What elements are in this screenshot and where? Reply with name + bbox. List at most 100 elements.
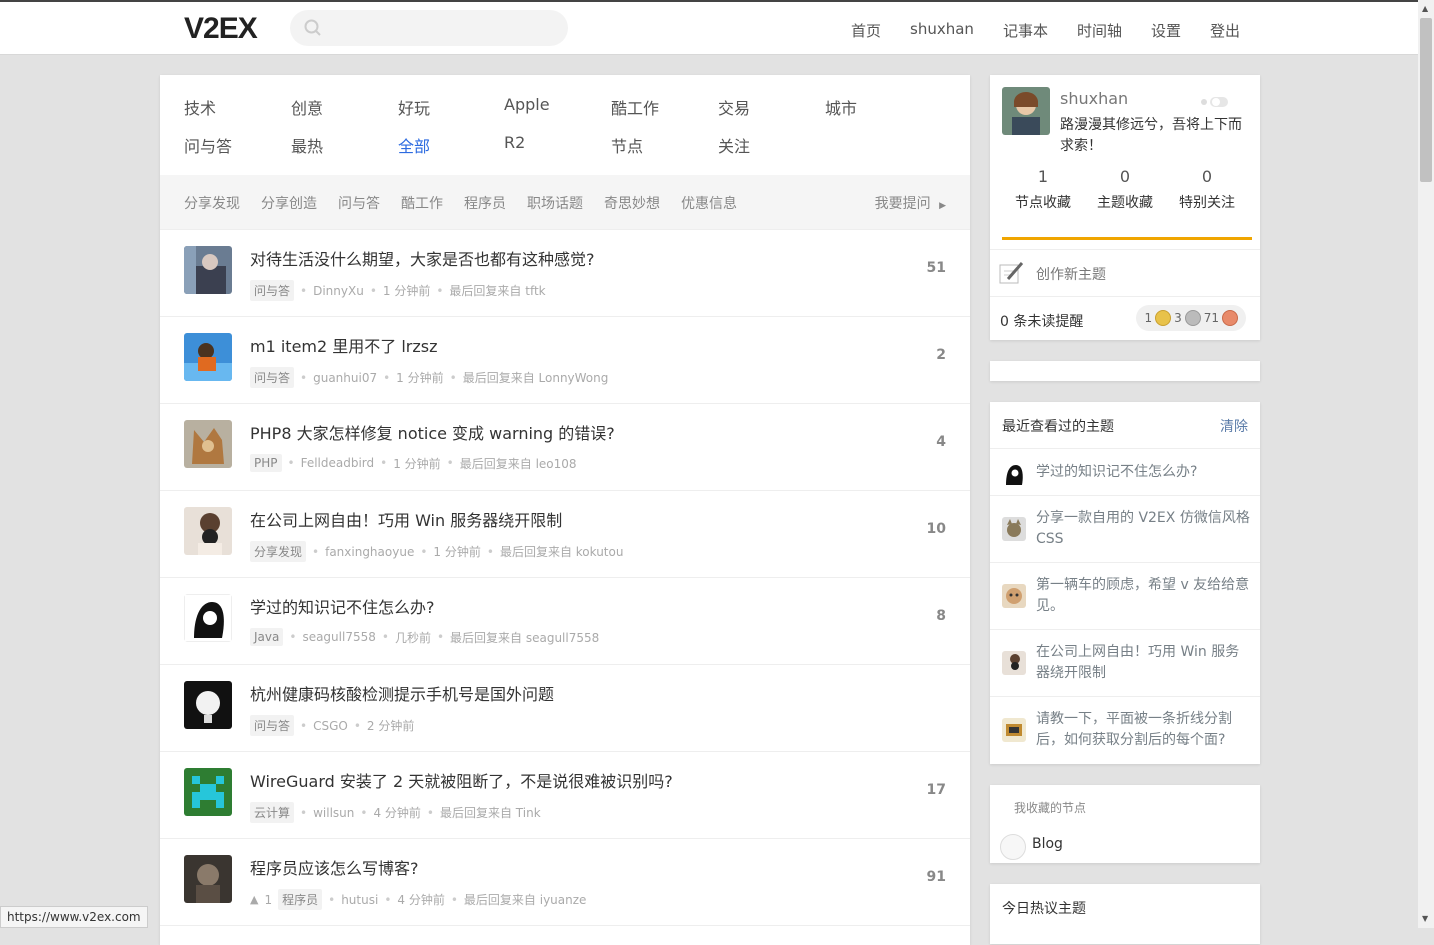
avatar[interactable] — [1002, 517, 1026, 541]
nav-logout[interactable]: 登出 — [1210, 20, 1240, 41]
tab-city[interactable]: 城市 — [825, 95, 857, 119]
tab-tech[interactable]: 技术 — [184, 95, 216, 119]
topic-title[interactable]: WireGuard 安装了 2 天就被阻断了，不是说很难被识别吗? — [250, 768, 673, 792]
subnav-ideas[interactable]: 奇思妙想 — [604, 193, 660, 213]
ask-question-link[interactable]: 我要提问 ▶ — [875, 193, 946, 213]
reply-count[interactable]: 8 — [936, 608, 946, 624]
clear-recent-button[interactable]: 清除 — [1220, 416, 1248, 436]
user-avatar[interactable] — [1002, 87, 1050, 135]
subnav-share[interactable]: 分享发现 — [184, 193, 240, 213]
subnav-jobs[interactable]: 酷工作 — [401, 193, 443, 213]
topic-author[interactable]: hutusi — [341, 893, 378, 907]
recent-link[interactable]: 请教一下，平面被一条折线分割后，如何获取分割后的每个面? — [1036, 709, 1250, 751]
tab-all[interactable]: 全部 — [398, 133, 430, 157]
search-input[interactable] — [330, 16, 554, 40]
tab-play[interactable]: 好玩 — [398, 95, 430, 119]
reply-count[interactable]: 91 — [927, 869, 946, 885]
topic-meta: 问与答 • guanhui07 • 1 分钟前 • 最后回复来自 LonnyWong — [250, 367, 608, 388]
topic-author[interactable]: DinnyXu — [313, 284, 364, 298]
subnav-career[interactable]: 职场话题 — [527, 193, 583, 213]
nav-profile[interactable]: shuxhan — [910, 20, 974, 41]
topic-author[interactable]: guanhui07 — [313, 371, 377, 385]
node-tag[interactable]: PHP — [250, 454, 282, 472]
tab-deals[interactable]: 交易 — [718, 95, 750, 119]
avatar[interactable] — [184, 420, 232, 468]
topic-title[interactable]: 在公司上网自由！巧用 Win 服务器绕开限制 — [250, 507, 562, 531]
topic-row: 杭州健康码核酸检测提示手机号是国外问题 问与答 • CSGO • 2 分钟前 — [160, 665, 970, 752]
notifications-link[interactable]: 0 条未读提醒 — [1000, 311, 1083, 331]
subnav-programmer[interactable]: 程序员 — [464, 193, 506, 213]
reply-count[interactable]: 17 — [927, 782, 946, 798]
scrollbar-thumb[interactable] — [1420, 18, 1432, 182]
avatar[interactable] — [184, 594, 232, 642]
topic-author[interactable]: CSGO — [313, 719, 348, 733]
avatar[interactable] — [184, 855, 232, 903]
stat-following[interactable]: 0 特别关注 — [1166, 167, 1248, 212]
upvote-icon[interactable]: ▲ — [250, 893, 258, 906]
create-topic-link[interactable]: 创作新主题 — [1036, 264, 1106, 284]
tab-qna[interactable]: 问与答 — [184, 133, 232, 157]
node-tag[interactable]: 问与答 — [250, 367, 295, 388]
nav-home[interactable]: 首页 — [851, 20, 881, 41]
favorite-node-blog[interactable]: Blog — [1032, 836, 1063, 852]
stat-topic-favs[interactable]: 0 主题收藏 — [1084, 167, 1166, 212]
topic-title[interactable]: PHP8 大家怎样修复 notice 变成 warning 的错误? — [250, 420, 615, 444]
tab-apple[interactable]: Apple — [504, 95, 550, 114]
v2ex-logo[interactable]: V2EX — [184, 12, 258, 46]
node-tag[interactable]: 问与答 — [250, 715, 295, 736]
balance-badge[interactable]: 1 3 71 — [1136, 305, 1246, 331]
topic-title[interactable]: m1 item2 里用不了 lrzsz — [250, 333, 438, 357]
recent-link[interactable]: 分享一款自用的 V2EX 仿微信风格 CSS — [1036, 508, 1250, 550]
reply-count[interactable]: 4 — [936, 434, 946, 450]
topic-author[interactable]: fanxinghaoyue — [325, 545, 414, 559]
topic-author[interactable]: willsun — [313, 806, 354, 820]
avatar[interactable] — [184, 333, 232, 381]
subnav-qna[interactable]: 问与答 — [338, 193, 380, 213]
scroll-down-icon[interactable]: ▼ — [1422, 914, 1428, 923]
avatar[interactable] — [1002, 461, 1026, 485]
node-tag[interactable]: 分享发现 — [250, 541, 307, 562]
node-tag[interactable]: 程序员 — [278, 889, 323, 910]
topic-title[interactable]: 学过的知识记不住怎么办? — [250, 594, 435, 618]
topic-title[interactable]: 对待生活没什么期望，大家是否也都有这种感觉? — [250, 246, 595, 270]
reply-count[interactable]: 2 — [936, 347, 946, 363]
nav-notes[interactable]: 记事本 — [1003, 20, 1048, 41]
avatar[interactable] — [1002, 718, 1026, 742]
topic-title[interactable]: 杭州健康码核酸检测提示手机号是国外问题 — [250, 681, 554, 705]
avatar[interactable] — [1002, 651, 1026, 675]
avatar[interactable] — [1002, 584, 1026, 608]
recent-link[interactable]: 第一辆车的顾虑，希望 v 友给给意见。 — [1036, 575, 1250, 617]
tab-nodes[interactable]: 节点 — [611, 133, 643, 157]
topic-author[interactable]: Felldeadbird — [301, 456, 375, 470]
tab-jobs[interactable]: 酷工作 — [611, 95, 659, 119]
page-scrollbar[interactable]: ▲ ▼ — [1418, 0, 1434, 928]
reply-count[interactable]: 10 — [927, 521, 946, 537]
reply-count[interactable]: 51 — [927, 260, 946, 276]
scroll-up-icon[interactable]: ▲ — [1422, 4, 1428, 13]
subnav-deals[interactable]: 优惠信息 — [681, 193, 737, 213]
subnav-create[interactable]: 分享创造 — [261, 193, 317, 213]
stat-node-favs[interactable]: 1 节点收藏 — [1002, 167, 1084, 212]
tab-r2[interactable]: R2 — [504, 133, 525, 152]
tab-creative[interactable]: 创意 — [291, 95, 323, 119]
node-tag[interactable]: Java — [250, 628, 284, 646]
avatar[interactable] — [184, 681, 232, 729]
theme-toggle[interactable] — [1200, 93, 1238, 107]
avatar[interactable] — [184, 507, 232, 555]
topic-title[interactable]: 程序员应该怎么写博客? — [250, 855, 419, 879]
create-topic-row[interactable]: 创作新主题 — [990, 249, 1260, 297]
tab-following[interactable]: 关注 — [718, 133, 750, 157]
avatar[interactable] — [184, 768, 232, 816]
topic-author[interactable]: seagull7558 — [302, 630, 375, 644]
node-tag[interactable]: 问与答 — [250, 280, 295, 301]
nav-timeline[interactable]: 时间轴 — [1077, 20, 1122, 41]
nav-settings[interactable]: 设置 — [1151, 20, 1181, 41]
user-name[interactable]: shuxhan — [1060, 89, 1128, 108]
tab-hot[interactable]: 最热 — [291, 133, 323, 157]
recent-link[interactable]: 学过的知识记不住怎么办? — [1036, 462, 1250, 483]
avatar[interactable] — [184, 246, 232, 294]
node-tag[interactable]: 云计算 — [250, 802, 295, 823]
recent-link[interactable]: 在公司上网自由！巧用 Win 服务器绕开限制 — [1036, 642, 1250, 684]
search-box[interactable] — [290, 10, 568, 46]
top-nav: 首页 shuxhan 记事本 时间轴 设置 登出 — [851, 20, 1240, 41]
